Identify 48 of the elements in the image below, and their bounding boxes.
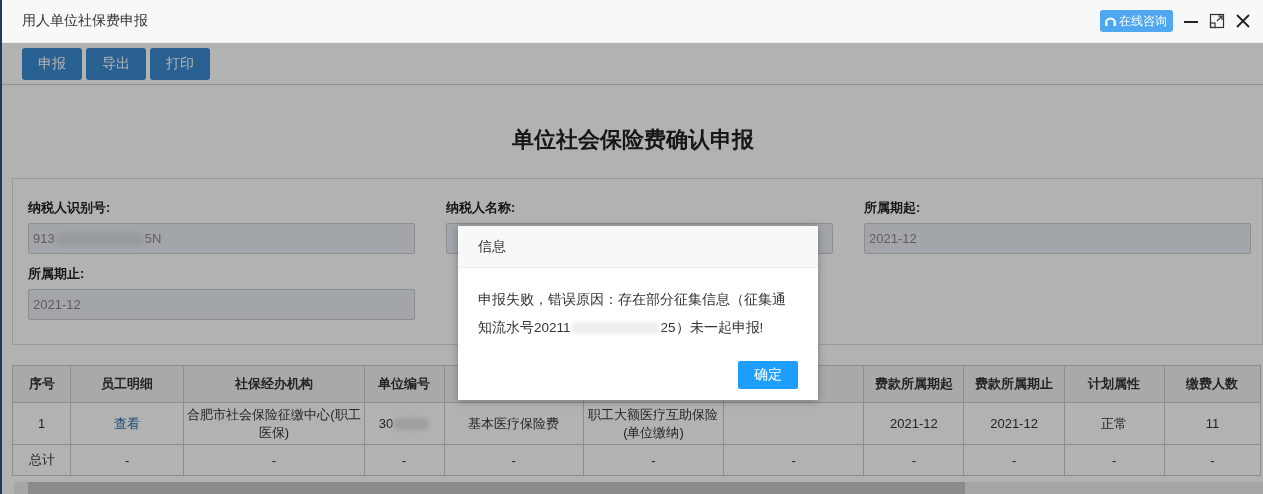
table-cell: - [963,444,1065,476]
table-cell: 职工大额医疗互助保险(单位缴纳) [583,402,724,445]
column-header: 序号 [12,365,71,403]
table-cell: - [444,444,584,476]
table-cell: 2021-12 [863,402,964,445]
column-header: 计划属性 [1064,365,1165,403]
field-label: 所属期起: [864,199,922,217]
toolbar-button[interactable]: 导出 [86,48,146,80]
table-cell: - [723,444,864,476]
view-link[interactable]: 查看 [114,415,141,431]
table-cell: - [70,444,184,476]
input-field[interactable]: 2021-12 [28,288,415,320]
table-cell: - [863,444,964,476]
table-cell: - [1164,444,1261,476]
toolbar-button[interactable]: 申报 [22,48,82,80]
input-field[interactable]: 913 5N [28,223,415,254]
horizontal-scrollbar[interactable] [14,482,1263,494]
error-message: 申报失败，错误原因：存在部分征集信息（征集通知流水号20211 25）未一起申报! [478,291,787,337]
page-heading: 单位社会保险费确认申报 [510,126,755,154]
window-title: 用人单位社保费申报 [22,12,148,30]
table-cell: - [364,444,445,476]
column-header: 员工明细 [70,365,184,403]
column-header: 社保经办机构 [183,365,365,403]
column-header: 费款所属期起 [863,365,964,403]
table-cell: 11 [1164,402,1261,445]
dialog-title: 信息 [478,237,506,256]
field-label: 纳税人识别号: [28,199,112,217]
table-cell: 基本医疗保险费 [444,402,584,445]
column-header: 费款所属期止 [963,365,1065,403]
confirm-button[interactable]: 确定 [738,361,798,389]
table-cell: 总计 [12,444,71,476]
field-label: 纳税人名称: [446,199,517,217]
field-label: 所属期止: [28,264,86,283]
table-cell: 合肥市社会保险征缴中心(职工医保) [183,402,365,445]
column-header: 缴费人数 [1164,365,1261,403]
table-cell: 正常 [1064,402,1165,445]
toolbar-button[interactable]: 打印 [150,48,210,80]
maximize-icon[interactable] [1209,13,1225,29]
column-header: 单位编号 [364,365,445,403]
input-field[interactable]: 2021-12 [864,223,1251,254]
online-consult-button[interactable]: 在线咨询 [1100,10,1173,32]
table-cell: 30 [378,416,394,431]
table-cell: - [583,444,724,476]
table-cell: 1 [12,402,71,445]
close-icon[interactable] [1235,13,1251,29]
table-cell: - [1064,444,1165,476]
table-cell: 2021-12 [963,402,1065,445]
table-cell: - [183,444,365,476]
